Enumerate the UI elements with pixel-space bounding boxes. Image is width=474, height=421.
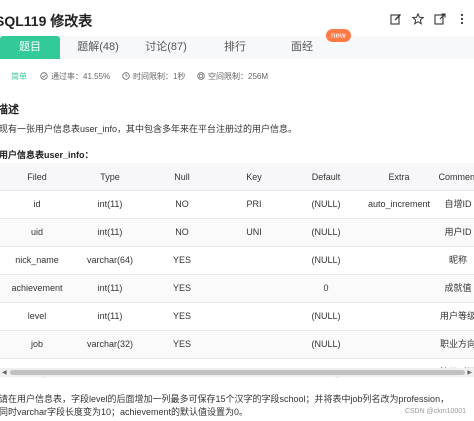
table-cell: NO: [146, 190, 218, 219]
table-cell: achievement: [0, 274, 74, 303]
task-line: 同时varchar字段长度变为10；achievement的默认值设置为0。: [0, 407, 249, 417]
table-cell: (NULL): [290, 302, 362, 331]
horizontal-scrollbar[interactable]: ◀ ▶: [0, 368, 474, 377]
table-cell: 用户ID: [436, 218, 474, 247]
table-cell: [218, 302, 290, 331]
column-header: Type: [74, 163, 146, 191]
time-limit: 时间限制：1秒: [122, 71, 185, 82]
share-icon[interactable]: [434, 13, 446, 25]
tab-bar: 题目 题解(48) 讨论(87) 排行 面经: [0, 36, 474, 59]
task-description: 请在用户信息表，字段level的后面增加一列最多可保存15个汉字的字段schoo…: [0, 393, 449, 419]
table-cell: id: [0, 190, 74, 219]
table-cell: [362, 302, 436, 331]
table-row: level int(11) YES (NULL) 用户等级: [0, 302, 474, 331]
table-cell: (NULL): [290, 218, 362, 247]
page-title: SQL119 修改表: [0, 13, 93, 29]
problem-meta: 简单 通过率：41.55% 时间限制：1秒 空间限制：256M: [0, 71, 474, 83]
table-cell: level: [0, 302, 74, 331]
table-row: job varchar(32) YES (NULL) 职业方向: [0, 330, 474, 359]
memory-icon: [197, 71, 205, 82]
table-cell: nick_name: [0, 246, 74, 275]
scroll-right-icon[interactable]: ▶: [467, 369, 472, 376]
table-cell: PRI: [218, 190, 290, 219]
table-cell: [218, 330, 290, 359]
difficulty-label: 简单: [11, 72, 27, 81]
header-actions: [390, 13, 468, 25]
pass-rate: 通过率：41.55%: [40, 71, 110, 82]
column-header: Filed: [0, 163, 74, 191]
watermark: CSDN @ckm10001: [404, 408, 466, 415]
table-row: id int(11) NO PRI (NULL) auto_increment …: [0, 190, 474, 219]
table-cell: varchar(32): [74, 330, 146, 359]
table-cell: int(11): [74, 302, 146, 331]
table-cell: 0: [290, 274, 362, 303]
table-row: nick_name varchar(64) YES (NULL) 昵称: [0, 246, 474, 275]
table-cell: 昵称: [436, 246, 474, 275]
tab-interview[interactable]: 面经: [272, 36, 332, 59]
table-row: achievement int(11) YES 0 成就值: [0, 274, 474, 303]
edit-icon[interactable]: [390, 13, 402, 25]
description-intro: 现有一张用户信息表user_info，其中包含多年来在平台注册过的用户信息。: [0, 124, 298, 134]
schema-table-container: Filed Type Null Key Default Extra Commen…: [0, 163, 474, 386]
task-line: 请在用户信息表，字段level的后面增加一列最多可保存15个汉字的字段schoo…: [0, 394, 450, 404]
table-cell: auto_increment: [362, 190, 436, 219]
table-cell: 职业方向: [436, 330, 474, 359]
tab-ranking[interactable]: 排行: [205, 36, 265, 59]
space-limit: 空间限制：256M: [197, 71, 268, 82]
dots-icon[interactable]: [456, 13, 468, 25]
table-cell: [218, 246, 290, 275]
scroll-left-icon[interactable]: ◀: [2, 369, 7, 376]
column-header: Default: [290, 163, 362, 191]
table-cell: [362, 330, 436, 359]
new-badge: new: [326, 29, 351, 42]
table-cell: [218, 274, 290, 303]
table-cell: YES: [146, 246, 218, 275]
table-cell: YES: [146, 302, 218, 331]
table-cell: (NULL): [290, 190, 362, 219]
table-cell: 用户等级: [436, 302, 474, 331]
table-cell: [362, 218, 436, 247]
tab-problem[interactable]: 题目: [0, 36, 60, 59]
tab-solutions[interactable]: 题解(48): [68, 36, 128, 59]
table-row: uid int(11) NO UNI (NULL) 用户ID: [0, 218, 474, 247]
table-cell: int(11): [74, 274, 146, 303]
table-cell: 自增ID: [436, 190, 474, 219]
table-cell: [362, 274, 436, 303]
check-circle-icon: [40, 71, 48, 82]
star-icon[interactable]: [412, 13, 424, 25]
table-cell: YES: [146, 330, 218, 359]
table-cell: UNI: [218, 218, 290, 247]
schema-table: Filed Type Null Key Default Extra Commen…: [0, 163, 474, 386]
table-cell: uid: [0, 218, 74, 247]
column-header: Extra: [362, 163, 436, 191]
column-header: Null: [146, 163, 218, 191]
table-header-row: Filed Type Null Key Default Extra Commen…: [0, 163, 474, 191]
table-heading: 用户信息表user_info：: [0, 150, 94, 160]
column-header: Key: [218, 163, 290, 191]
tab-discussion[interactable]: 讨论(87): [136, 36, 196, 59]
column-header: Comment: [436, 163, 474, 191]
table-cell: int(11): [74, 190, 146, 219]
header-bar: SQL119 修改表: [0, 0, 474, 36]
table-cell: NO: [146, 218, 218, 247]
scrollbar-thumb[interactable]: [10, 370, 465, 375]
description-heading: 描述: [0, 104, 19, 116]
table-cell: YES: [146, 274, 218, 303]
table-cell: int(11): [74, 218, 146, 247]
table-cell: varchar(64): [74, 246, 146, 275]
clock-icon: [122, 71, 130, 82]
table-cell: job: [0, 330, 74, 359]
table-cell: (NULL): [290, 330, 362, 359]
table-cell: [362, 246, 436, 275]
table-cell: (NULL): [290, 246, 362, 275]
table-cell: 成就值: [436, 274, 474, 303]
